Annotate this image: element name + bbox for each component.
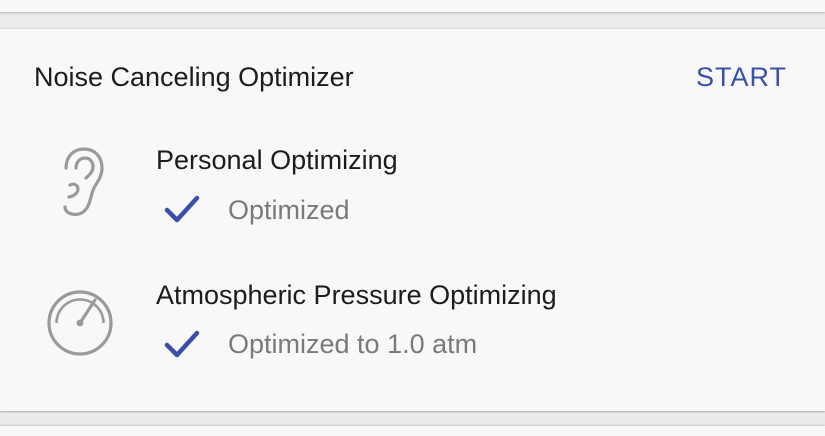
- check-icon: [164, 195, 200, 223]
- card-title: Noise Canceling Optimizer: [34, 62, 354, 92]
- noise-canceling-optimizer-card: Noise Canceling Optimizer START Personal…: [0, 29, 825, 411]
- atmospheric-pressure-status: Optimized to 1.0 atm: [228, 329, 478, 359]
- previous-card: [0, 0, 825, 12]
- personal-optimizing-title: Personal Optimizing: [156, 145, 398, 175]
- next-card: [0, 426, 825, 436]
- start-button[interactable]: START: [696, 59, 787, 95]
- ear-icon: [63, 147, 104, 217]
- check-icon: [164, 330, 200, 358]
- pressure-gauge-icon: [47, 290, 113, 356]
- atmospheric-pressure-title: Atmospheric Pressure Optimizing: [156, 280, 557, 310]
- personal-optimizing-status: Optimized: [228, 195, 350, 225]
